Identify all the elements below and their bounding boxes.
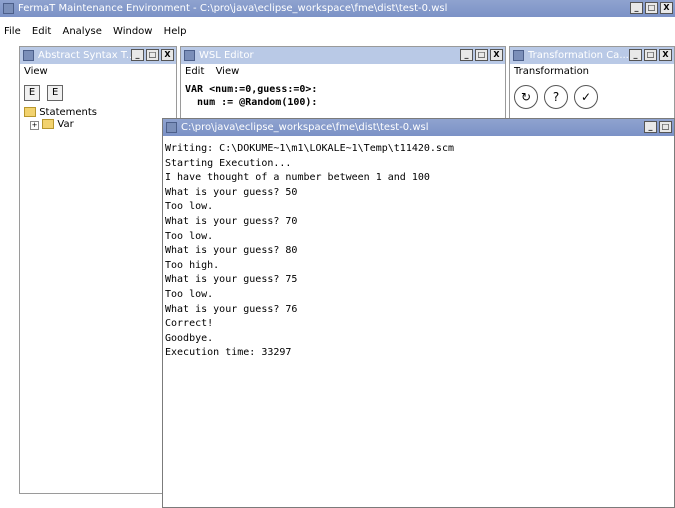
- transformation-maximize-button[interactable]: □: [644, 49, 657, 61]
- maximize-button[interactable]: □: [645, 2, 658, 14]
- search-transformation-icon[interactable]: ?: [544, 85, 568, 109]
- wsl-minimize-button[interactable]: _: [460, 49, 473, 61]
- wsl-close-button[interactable]: X: [490, 49, 503, 61]
- ast-panel: Abstract Syntax T... _ □ X View E E Stat…: [19, 46, 177, 494]
- output-title-bar[interactable]: C:\pro\java\eclipse_workspace\fme\dist\t…: [163, 119, 674, 136]
- output-maximize-button[interactable]: □: [659, 121, 672, 133]
- wsl-menu-edit[interactable]: Edit: [181, 66, 208, 77]
- console-line: Too high.: [165, 259, 220, 271]
- wsl-menu-view[interactable]: View: [212, 66, 244, 77]
- code-line: num := @Random(100):: [185, 97, 318, 108]
- transformation-icon: [513, 50, 524, 61]
- ast-menu-view[interactable]: View: [20, 66, 52, 77]
- transformation-close-button[interactable]: X: [659, 49, 672, 61]
- console-line: What is your guess? 80: [165, 245, 298, 257]
- ast-icon: [23, 50, 34, 61]
- ast-close-button[interactable]: X: [161, 49, 174, 61]
- console-line: Too low.: [165, 201, 214, 213]
- transformation-title: Transformation Ca...: [528, 50, 629, 61]
- menu-analyse[interactable]: Analyse: [58, 26, 105, 37]
- wsl-editor-title-bar[interactable]: WSL Editor _ □ X: [181, 47, 505, 64]
- main-window-title: FermaT Maintenance Environment - C:\pro\…: [18, 3, 448, 14]
- transformation-menu-bar: Transformation: [510, 64, 674, 79]
- output-console[interactable]: Writing: C:\DOKUME~1\m1\LOKALE~1\Temp\t1…: [163, 136, 674, 367]
- menu-window[interactable]: Window: [109, 26, 156, 37]
- console-line: I have thought of a number between 1 and…: [165, 172, 430, 184]
- wsl-editor-title: WSL Editor: [199, 50, 254, 61]
- wsl-menu-bar: Edit View: [181, 64, 505, 79]
- wsl-maximize-button[interactable]: □: [475, 49, 488, 61]
- ast-title-bar[interactable]: Abstract Syntax T... _ □ X: [20, 47, 176, 64]
- main-menu-bar: File Edit Analyse Window Help: [0, 24, 675, 39]
- apply-transformation-icon[interactable]: ↻: [514, 85, 538, 109]
- wsl-editor-icon: [184, 50, 195, 61]
- wsl-code-area[interactable]: VAR <num:=0,guess:=0>: num := @Random(10…: [181, 79, 505, 113]
- wsl-editor-panel: WSL Editor _ □ X Edit View VAR <num:=0,g…: [180, 46, 506, 126]
- ast-minimize-button[interactable]: _: [131, 49, 144, 61]
- expand-icon[interactable]: E: [24, 85, 40, 101]
- ast-title: Abstract Syntax T...: [38, 50, 136, 61]
- tree-node-statements[interactable]: Statements: [24, 107, 176, 119]
- transformation-minimize-button[interactable]: _: [629, 49, 642, 61]
- console-line: Too low.: [165, 230, 214, 242]
- main-title-bar[interactable]: FermaT Maintenance Environment - C:\pro\…: [0, 0, 675, 17]
- output-window: C:\pro\java\eclipse_workspace\fme\dist\t…: [162, 118, 675, 508]
- console-line: Execution time: 33297: [165, 347, 292, 359]
- output-title: C:\pro\java\eclipse_workspace\fme\dist\t…: [181, 122, 429, 133]
- console-line: Correct!: [165, 318, 214, 330]
- console-line: Too low.: [165, 288, 214, 300]
- console-line: What is your guess? 76: [165, 303, 298, 315]
- ast-maximize-button[interactable]: □: [146, 49, 159, 61]
- console-line: What is your guess? 75: [165, 274, 298, 286]
- code-line: VAR <num:=0,guess:=0>:: [185, 84, 318, 95]
- menu-help[interactable]: Help: [160, 26, 191, 37]
- output-icon: [166, 122, 177, 133]
- app-icon: [3, 3, 14, 14]
- ast-tree: Statements + Var: [20, 107, 176, 131]
- menu-edit[interactable]: Edit: [28, 26, 55, 37]
- console-line: What is your guess? 70: [165, 215, 298, 227]
- menu-file[interactable]: File: [0, 26, 25, 37]
- collapse-icon[interactable]: E: [47, 85, 64, 101]
- console-line: Goodbye.: [165, 332, 214, 344]
- console-line: Writing: C:\DOKUME~1\m1\LOKALE~1\Temp\t1…: [165, 143, 454, 154]
- ast-menu-bar: View: [20, 64, 176, 79]
- console-line: What is your guess? 50: [165, 186, 298, 198]
- console-line: Starting Execution...: [165, 157, 292, 169]
- output-minimize-button[interactable]: _: [644, 121, 657, 133]
- folder-icon: [42, 119, 55, 129]
- transformation-title-bar[interactable]: Transformation Ca... _ □ X: [510, 47, 674, 64]
- transformation-panel: Transformation Ca... _ □ X Transformatio…: [509, 46, 675, 126]
- tree-node-var[interactable]: + Var: [24, 119, 176, 131]
- transformation-toolbar: ↻ ? ✓: [510, 79, 674, 115]
- ast-toolbar: E E: [20, 79, 176, 107]
- close-button[interactable]: X: [660, 2, 673, 14]
- minimize-button[interactable]: _: [630, 2, 643, 14]
- transformation-menu[interactable]: Transformation: [510, 66, 593, 77]
- validate-transformation-icon[interactable]: ✓: [574, 85, 598, 109]
- expand-plus-icon[interactable]: +: [30, 121, 39, 130]
- folder-icon: [24, 107, 36, 117]
